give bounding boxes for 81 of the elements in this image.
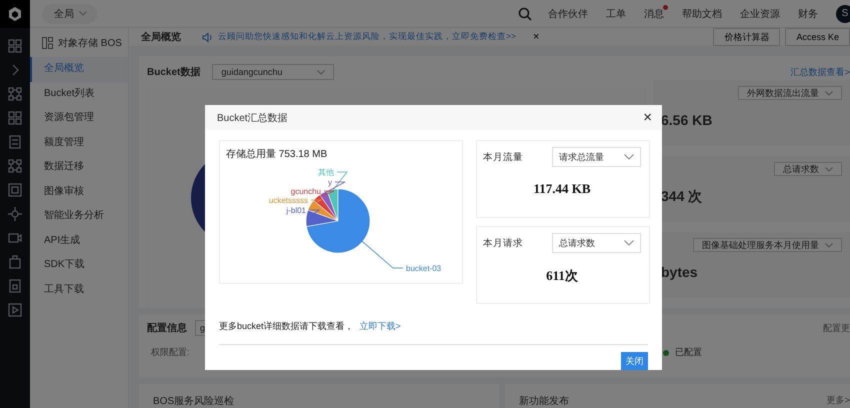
storage-total: 存储总用量 753.18 MB: [226, 148, 328, 161]
sidebar-item[interactable]: 资源包管理: [30, 106, 128, 130]
stat-value: 6.56 KB: [661, 112, 712, 128]
grid-icon[interactable]: [8, 111, 22, 125]
permission-label: 权限配置:: [151, 346, 190, 359]
metric-select[interactable]: 总请求数: [774, 162, 842, 176]
caret-icon: [79, 11, 87, 16]
caret-icon: [825, 242, 833, 248]
metric-select[interactable]: 请求总流量: [552, 147, 641, 167]
sidebar-item[interactable]: 额度管理: [30, 130, 128, 155]
frame-icon[interactable]: [8, 183, 22, 197]
nav-link[interactable]: 企业资源: [740, 6, 780, 20]
section-title: Bucket数据: [147, 66, 200, 79]
nav-link[interactable]: 消息: [644, 6, 664, 20]
caret-icon: [624, 154, 634, 160]
nav-link[interactable]: 帮助文档: [682, 6, 722, 20]
sidebar-title: 对象存储 BOS: [58, 36, 122, 50]
header-button[interactable]: Access Ke: [785, 28, 850, 46]
page-title: 全局概览: [141, 30, 181, 44]
card-title: BOS服务风险巡检: [153, 394, 234, 408]
bucket-select[interactable]: guidangcunchu: [212, 64, 334, 80]
sidebar-item[interactable]: Bucket列表: [30, 82, 128, 106]
caret-icon: [825, 166, 833, 172]
slice-label: bucket-03: [406, 264, 442, 273]
sidebar-item[interactable]: 智能业务分析: [30, 204, 128, 228]
slice-label: 其他: [318, 168, 334, 177]
grid-icon[interactable]: [8, 39, 22, 53]
search-icon[interactable]: [518, 6, 532, 20]
section-title: 配置信息: [147, 322, 187, 335]
nodes-icon[interactable]: [8, 159, 22, 173]
slice-label: j-bl01: [286, 206, 306, 215]
diamond-icon[interactable]: [8, 207, 22, 221]
nav-link[interactable]: 财务: [798, 6, 818, 20]
summary-link[interactable]: 汇总数据查看>: [790, 66, 850, 78]
stat-label: 本月请求: [483, 236, 523, 250]
close-dialog-button[interactable]: 关闭: [621, 352, 648, 370]
status-dot: [663, 350, 669, 356]
play-icon[interactable]: [8, 303, 22, 317]
notice-link[interactable]: 云顾问助您快速感知和化解云上资源风险，实现最佳实践，立即免费检查>>: [218, 31, 516, 43]
sidebar-item[interactable]: SDK下载: [30, 253, 128, 278]
status-text: 已配置: [675, 346, 702, 359]
nav-link[interactable]: 工单: [606, 6, 626, 20]
more-link[interactable]: 更多>: [826, 394, 850, 407]
metric-select[interactable]: 外网数据流出流量: [738, 86, 842, 100]
stat-value: 611次: [546, 267, 578, 285]
close-button[interactable]: ×: [526, 30, 546, 44]
camera-icon[interactable]: [8, 231, 22, 245]
download-link[interactable]: 立即下载>: [360, 320, 401, 333]
caret-icon: [624, 240, 634, 246]
doc-icon[interactable]: [8, 279, 22, 293]
nav-link[interactable]: 合作伙伴: [548, 6, 588, 20]
scope-dropdown[interactable]: 全局: [42, 4, 97, 24]
header-button[interactable]: 价格计算器: [713, 28, 780, 46]
slice-label: ucketsssss: [268, 196, 308, 205]
config-more-link[interactable]: 配置更: [823, 322, 850, 334]
caret-icon: [825, 90, 833, 96]
dialog-title: Bucket汇总数据: [217, 112, 288, 124]
avatar[interactable]: S: [836, 4, 850, 22]
metric-select[interactable]: 总请求数: [552, 233, 641, 253]
slice-label: gcunchu: [290, 187, 321, 196]
nodes-icon[interactable]: [8, 87, 22, 101]
download-note: 更多bucket详细数据请下载查看，: [219, 320, 354, 333]
stat-label: 本月流量: [483, 150, 523, 164]
stat-value: 117.44 KB: [533, 181, 591, 197]
stat-value: bytes: [661, 264, 698, 280]
sidebar-item[interactable]: 工具下载: [30, 278, 128, 302]
stat-value: 344 次: [661, 188, 702, 206]
caret-icon: [317, 70, 326, 74]
sidebar-item[interactable]: 数据迁移: [30, 155, 128, 180]
speaker-icon: [202, 32, 213, 42]
metric-select[interactable]: 图像基础处理服务本月使用量: [693, 238, 842, 252]
close-button[interactable]: ×: [643, 109, 652, 126]
sidebar-item[interactable]: 图像审核: [30, 180, 128, 204]
box-icon[interactable]: [8, 255, 22, 269]
grid-icon: [42, 36, 53, 48]
leader-line: [361, 240, 404, 268]
sidebar-item[interactable]: API生成: [30, 228, 128, 253]
logo-icon[interactable]: [0, 0, 30, 28]
slice-label: y: [328, 178, 332, 187]
card-title: 新功能发布: [519, 394, 569, 408]
sidebar-item[interactable]: 全局概览: [30, 57, 128, 82]
